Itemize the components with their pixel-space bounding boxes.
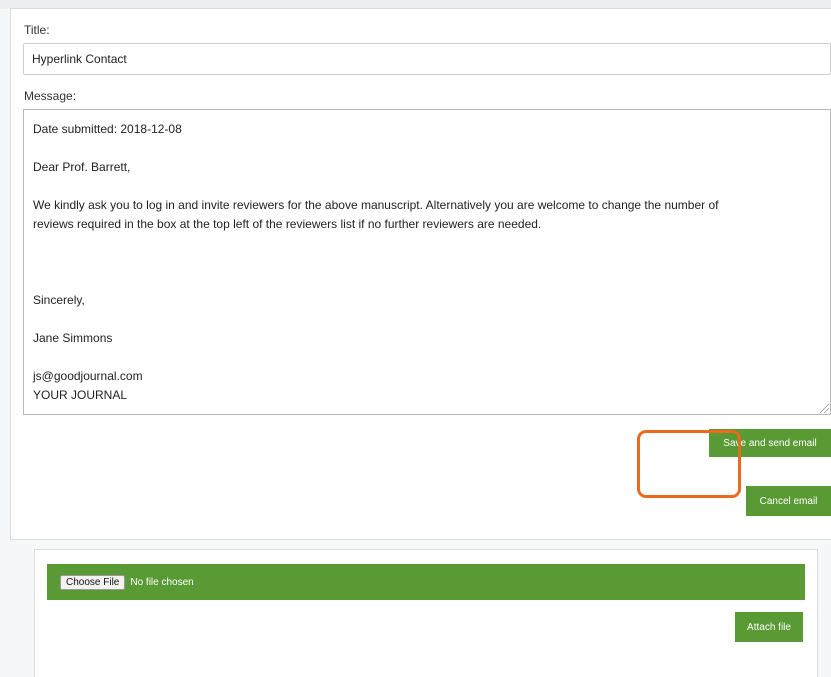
message-body-line-2: reviews required in the box at the top l… xyxy=(33,217,542,231)
resize-grip-icon[interactable] xyxy=(820,404,829,413)
message-label: Message: xyxy=(24,89,77,103)
choose-file-button[interactable]: Choose File xyxy=(60,574,126,590)
save-and-send-email-button[interactable]: Save and send email xyxy=(709,429,831,457)
file-upload-bar: Choose File No file chosen xyxy=(47,564,805,600)
message-date-line: Date submitted: 2018-12-08 xyxy=(33,122,182,136)
message-sender-name: Jane Simmons xyxy=(33,331,113,345)
message-greeting: Dear Prof. Barrett, xyxy=(33,160,131,174)
email-form-panel: Title: Message: Date submitted: 2018-12-… xyxy=(10,8,831,540)
attach-file-button[interactable]: Attach file xyxy=(735,612,803,642)
message-textarea[interactable]: Date submitted: 2018-12-08 Dear Prof. Ba… xyxy=(23,109,831,415)
no-file-chosen-text: No file chosen xyxy=(130,576,194,588)
attachment-panel: Choose File No file chosen Attach file xyxy=(34,549,818,677)
message-body-line-1: We kindly ask you to log in and invite r… xyxy=(33,198,719,212)
message-journal: YOUR JOURNAL xyxy=(33,388,128,402)
title-input[interactable] xyxy=(23,43,831,75)
title-label: Title: xyxy=(24,23,50,37)
message-sender-email: js@goodjournal.com xyxy=(33,369,143,383)
message-closing: Sincerely, xyxy=(33,293,85,307)
cancel-email-button[interactable]: Cancel email xyxy=(746,486,831,516)
